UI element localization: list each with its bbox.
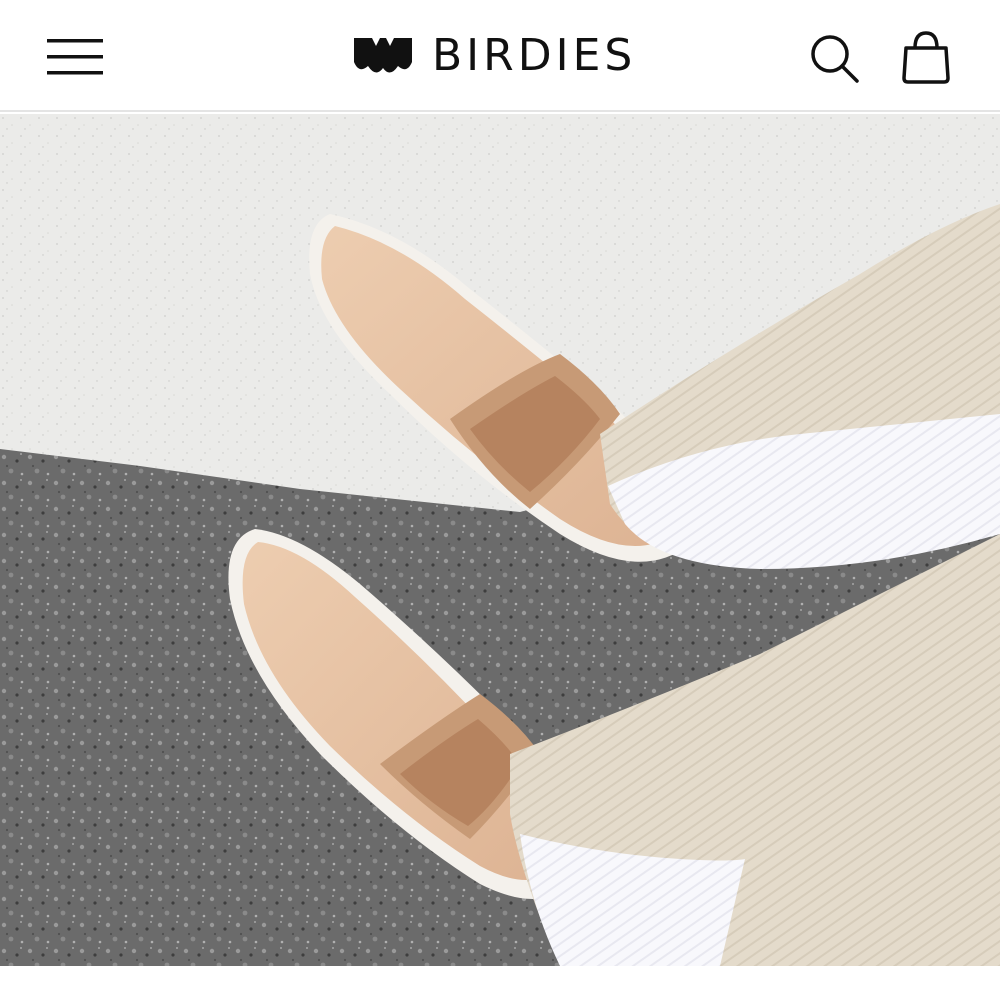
shopping-bag-button[interactable] <box>896 28 956 88</box>
hamburger-menu-icon <box>47 39 103 75</box>
search-button[interactable] <box>806 30 864 86</box>
shopping-bag-icon <box>902 31 950 84</box>
brand-name: BIRDIES <box>432 30 637 81</box>
hamburger-menu-button[interactable] <box>44 34 106 80</box>
bottom-spacer <box>0 966 1000 1000</box>
app-page: BIRDIES <box>0 0 1000 1000</box>
brand-logo-link[interactable]: BIRDIES <box>352 28 636 84</box>
hero-banner <box>0 114 1000 966</box>
search-icon <box>811 35 859 83</box>
top-navigation-bar: BIRDIES <box>0 0 1000 112</box>
hero-shoes-image <box>0 114 1000 966</box>
birdies-logo-icon <box>354 38 412 73</box>
